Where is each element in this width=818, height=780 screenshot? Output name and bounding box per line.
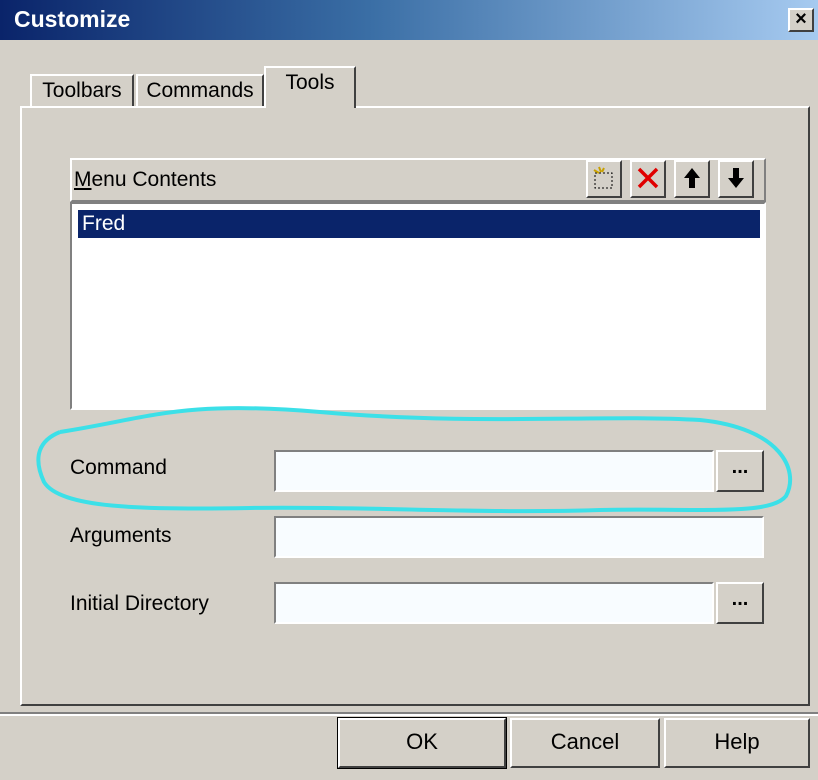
cancel-button[interactable]: Cancel: [510, 718, 660, 768]
help-button[interactable]: Help: [664, 718, 810, 768]
highlight-annotation: [36, 406, 792, 514]
tab-tools[interactable]: Tools: [264, 66, 356, 108]
separator: [0, 712, 818, 716]
ok-button[interactable]: OK: [337, 717, 507, 769]
